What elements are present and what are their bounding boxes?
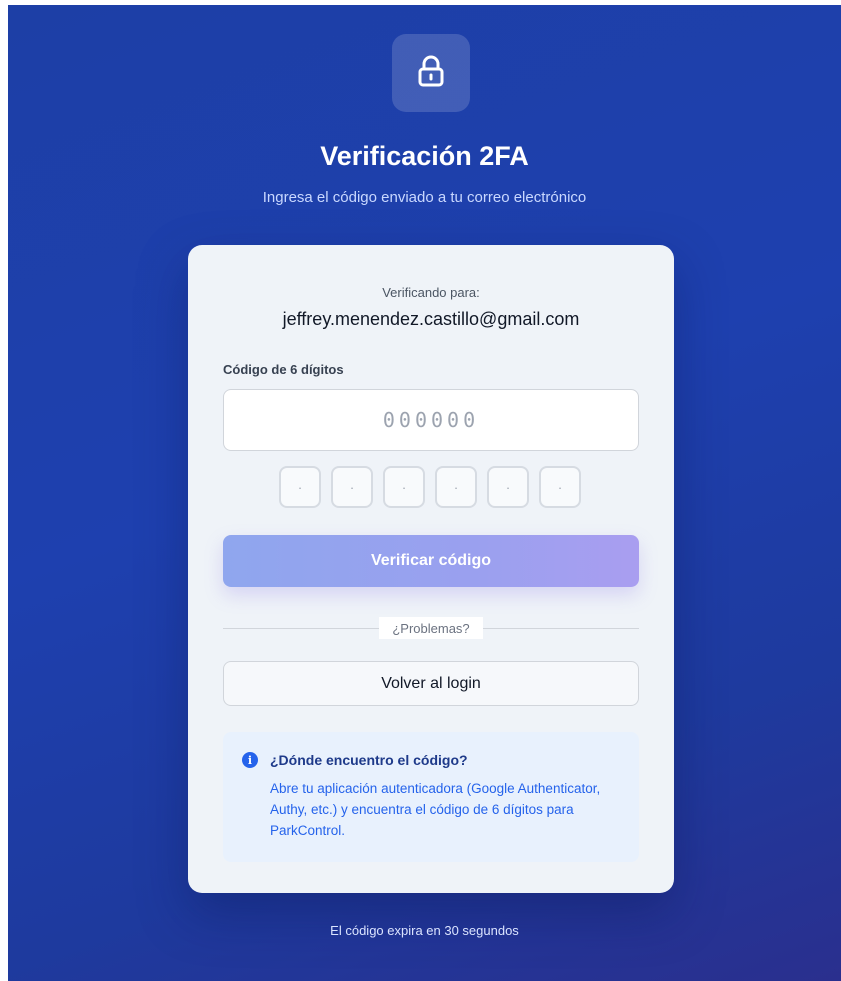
digit-indicators: · · · · · · [279,466,583,510]
page-title: Verificación 2FA [320,141,529,171]
page-subtitle: Ingresa el código enviado a tu correo el… [262,189,587,206]
info-box: i ¿Dónde encuentro el código? Abre tu ap… [223,732,639,862]
verification-card: Verificando para: jeffrey.menendez.casti… [188,245,674,893]
digit-box-2: · [331,466,373,508]
page-background: Verificación 2FA Ingresa el código envia… [8,5,841,981]
user-email: jeffrey.menendez.castillo@gmail.com [282,309,580,329]
digit-box-4: · [435,466,477,508]
verify-code-button[interactable]: Verificar código [223,535,639,587]
back-to-login-button[interactable]: Volver al login [223,661,639,706]
verifying-label: Verificando para: [382,285,480,300]
digit-box-6: · [539,466,581,508]
digit-box-3: · [383,466,425,508]
info-text: Abre tu aplicación autenticadora (Google… [270,781,601,838]
info-icon: i [242,752,258,768]
problems-divider-text: ¿Problemas? [379,617,483,639]
digit-box-1: · [279,466,321,508]
info-title: ¿Dónde encuentro el código? [270,752,468,768]
expiry-notice: El código expira en 30 segundos [330,923,519,938]
digit-box-5: · [487,466,529,508]
lock-icon [416,55,446,92]
lock-badge [392,34,470,112]
code-field-label: Código de 6 dígitos [223,362,344,377]
code-input[interactable] [223,389,639,451]
